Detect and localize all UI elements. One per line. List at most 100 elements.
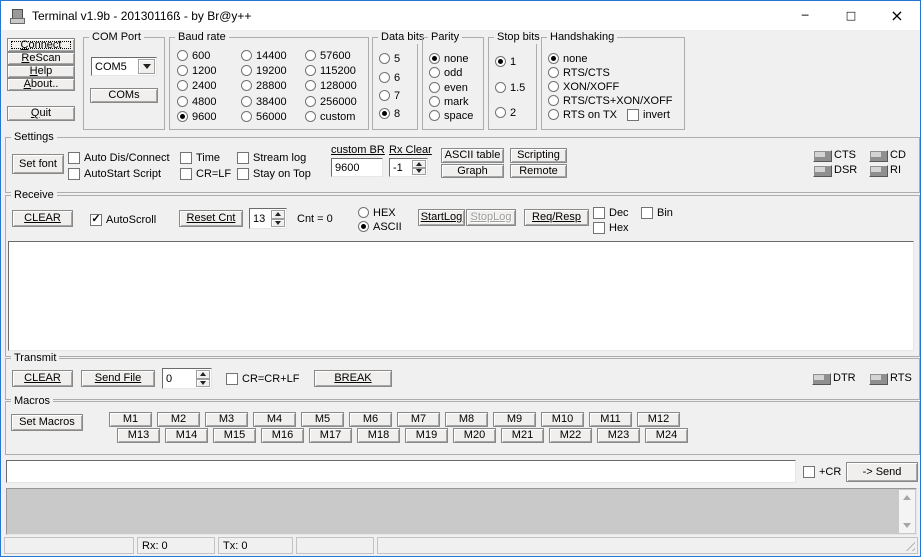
radio-handshake-rtscts-xonxoff[interactable]: RTS/CTS+XON/XOFF: [548, 94, 673, 107]
macro-button-m5[interactable]: M5: [301, 412, 344, 427]
ascii-table-button[interactable]: ASCII table: [441, 148, 504, 163]
plus-cr-checkbox[interactable]: +CR: [803, 465, 841, 478]
stream-log-checkbox[interactable]: Stream log: [237, 151, 306, 164]
resize-grip[interactable]: [902, 538, 915, 551]
radio-parity-space[interactable]: space: [429, 109, 473, 122]
macro-button-m16[interactable]: M16: [261, 428, 304, 443]
macro-button-m2[interactable]: M2: [157, 412, 200, 427]
dtr-led[interactable]: [812, 373, 831, 385]
about-button[interactable]: About..: [7, 78, 75, 91]
autostart-script-checkbox[interactable]: AutoStart Script: [68, 167, 161, 180]
macro-button-m13[interactable]: M13: [117, 428, 160, 443]
radio-baud-2400[interactable]: 2400: [177, 79, 216, 92]
break-button[interactable]: BREAK: [314, 370, 392, 387]
radio-baud-128000[interactable]: 128000: [305, 79, 357, 92]
radio-databits-6[interactable]: 6: [379, 71, 400, 84]
send-input[interactable]: [6, 460, 796, 483]
receive-display[interactable]: [8, 241, 914, 351]
autoscroll-checkbox[interactable]: ✓ AutoScroll: [90, 213, 156, 226]
radio-baud-57600[interactable]: 57600: [305, 49, 351, 62]
spinner-down-icon[interactable]: [412, 167, 426, 175]
custom-br-input[interactable]: 9600: [331, 158, 383, 177]
macro-button-m18[interactable]: M18: [357, 428, 400, 443]
macro-button-m6[interactable]: M6: [349, 412, 392, 427]
radio-parity-even[interactable]: even: [429, 81, 468, 94]
macro-button-m11[interactable]: M11: [589, 412, 632, 427]
send-file-button[interactable]: Send File: [81, 370, 155, 387]
remote-button[interactable]: Remote: [510, 164, 567, 178]
dec-checkbox[interactable]: Dec: [593, 206, 629, 219]
rts-led[interactable]: [869, 373, 888, 385]
rx-counter-spinner[interactable]: 13: [249, 208, 287, 229]
radio-databits-7[interactable]: 7: [379, 89, 400, 102]
radio-display-hex[interactable]: HEX: [358, 206, 396, 219]
radio-baud-256000[interactable]: 256000: [305, 95, 357, 108]
radio-baud-115200[interactable]: 115200: [305, 64, 356, 77]
radio-baud-28800[interactable]: 28800: [241, 79, 287, 92]
radio-baud-9600[interactable]: 9600: [177, 110, 216, 123]
macro-button-m19[interactable]: M19: [405, 428, 448, 443]
spinner-up-icon[interactable]: [412, 160, 426, 168]
radio-parity-mark[interactable]: mark: [429, 95, 468, 108]
com-port-dropdown-button[interactable]: [138, 59, 155, 74]
radio-stopbits-1[interactable]: 1: [495, 55, 516, 68]
transmit-history-area[interactable]: [6, 488, 917, 535]
invert-checkbox[interactable]: invert: [627, 108, 670, 121]
radio-baud-19200[interactable]: 19200: [241, 64, 287, 77]
com-port-select[interactable]: COM5: [91, 57, 157, 76]
macro-button-m22[interactable]: M22: [549, 428, 592, 443]
macro-button-m20[interactable]: M20: [453, 428, 496, 443]
radio-stopbits-2[interactable]: 2: [495, 106, 516, 119]
spinner-up-icon[interactable]: [271, 210, 285, 219]
help-button[interactable]: Help: [7, 65, 75, 78]
vertical-scrollbar[interactable]: [899, 490, 915, 533]
macro-button-m4[interactable]: M4: [253, 412, 296, 427]
spinner-up-icon[interactable]: [196, 370, 210, 379]
bin-checkbox[interactable]: Bin: [641, 206, 673, 219]
macro-button-m8[interactable]: M8: [445, 412, 488, 427]
macro-button-m24[interactable]: M24: [645, 428, 688, 443]
reset-cnt-button[interactable]: Reset Cnt: [179, 210, 243, 227]
radio-baud-1200[interactable]: 1200: [177, 64, 216, 77]
macro-button-m1[interactable]: M1: [109, 412, 152, 427]
macro-button-m21[interactable]: M21: [501, 428, 544, 443]
receive-clear-button[interactable]: CLEAR: [12, 210, 73, 227]
radio-handshake-xonxoff[interactable]: XON/XOFF: [548, 80, 619, 93]
maximize-icon[interactable]: □: [828, 1, 874, 30]
scroll-up-icon[interactable]: [899, 490, 915, 505]
connect-button[interactable]: Connect: [7, 38, 75, 52]
radio-databits-5[interactable]: 5: [379, 52, 400, 65]
radio-handshake-rtsontx[interactable]: RTS on TX: [548, 108, 617, 121]
macro-button-m17[interactable]: M17: [309, 428, 352, 443]
cr-lf-checkbox[interactable]: CR=LF: [180, 167, 231, 180]
macro-button-m10[interactable]: M10: [541, 412, 584, 427]
radio-baud-14400[interactable]: 14400: [241, 49, 287, 62]
radio-baud-38400[interactable]: 38400: [241, 95, 287, 108]
radio-databits-8[interactable]: 8: [379, 107, 400, 120]
macro-button-m14[interactable]: M14: [165, 428, 208, 443]
spinner-down-icon[interactable]: [196, 378, 210, 387]
stoplog-button[interactable]: StopLog: [466, 209, 516, 226]
radio-stopbits-1.5[interactable]: 1.5: [495, 81, 525, 94]
auto-disconnect-checkbox[interactable]: Auto Dis/Connect: [68, 151, 170, 164]
radio-baud-custom[interactable]: custom: [305, 110, 355, 123]
scroll-down-icon[interactable]: [899, 518, 915, 533]
cr-crlf-checkbox[interactable]: CR=CR+LF: [226, 372, 299, 385]
radio-parity-odd[interactable]: odd: [429, 66, 462, 79]
startlog-button[interactable]: StartLog: [418, 209, 465, 226]
tx-delay-spinner[interactable]: 0: [162, 368, 212, 389]
spinner-down-icon[interactable]: [271, 218, 285, 227]
stay-on-top-checkbox[interactable]: Stay on Top: [237, 167, 311, 180]
radio-baud-600[interactable]: 600: [177, 49, 210, 62]
macro-button-m3[interactable]: M3: [205, 412, 248, 427]
radio-handshake-rtscts[interactable]: RTS/CTS: [548, 66, 610, 79]
macro-button-m15[interactable]: M15: [213, 428, 256, 443]
req-resp-button[interactable]: Req/Resp: [524, 209, 589, 226]
radio-baud-4800[interactable]: 4800: [177, 95, 216, 108]
macro-button-m12[interactable]: M12: [637, 412, 680, 427]
macro-button-m23[interactable]: M23: [597, 428, 640, 443]
set-font-button[interactable]: Set font: [12, 154, 64, 174]
close-icon[interactable]: ×: [874, 1, 920, 30]
macro-button-m7[interactable]: M7: [397, 412, 440, 427]
radio-display-ascii[interactable]: ASCII: [358, 220, 402, 233]
